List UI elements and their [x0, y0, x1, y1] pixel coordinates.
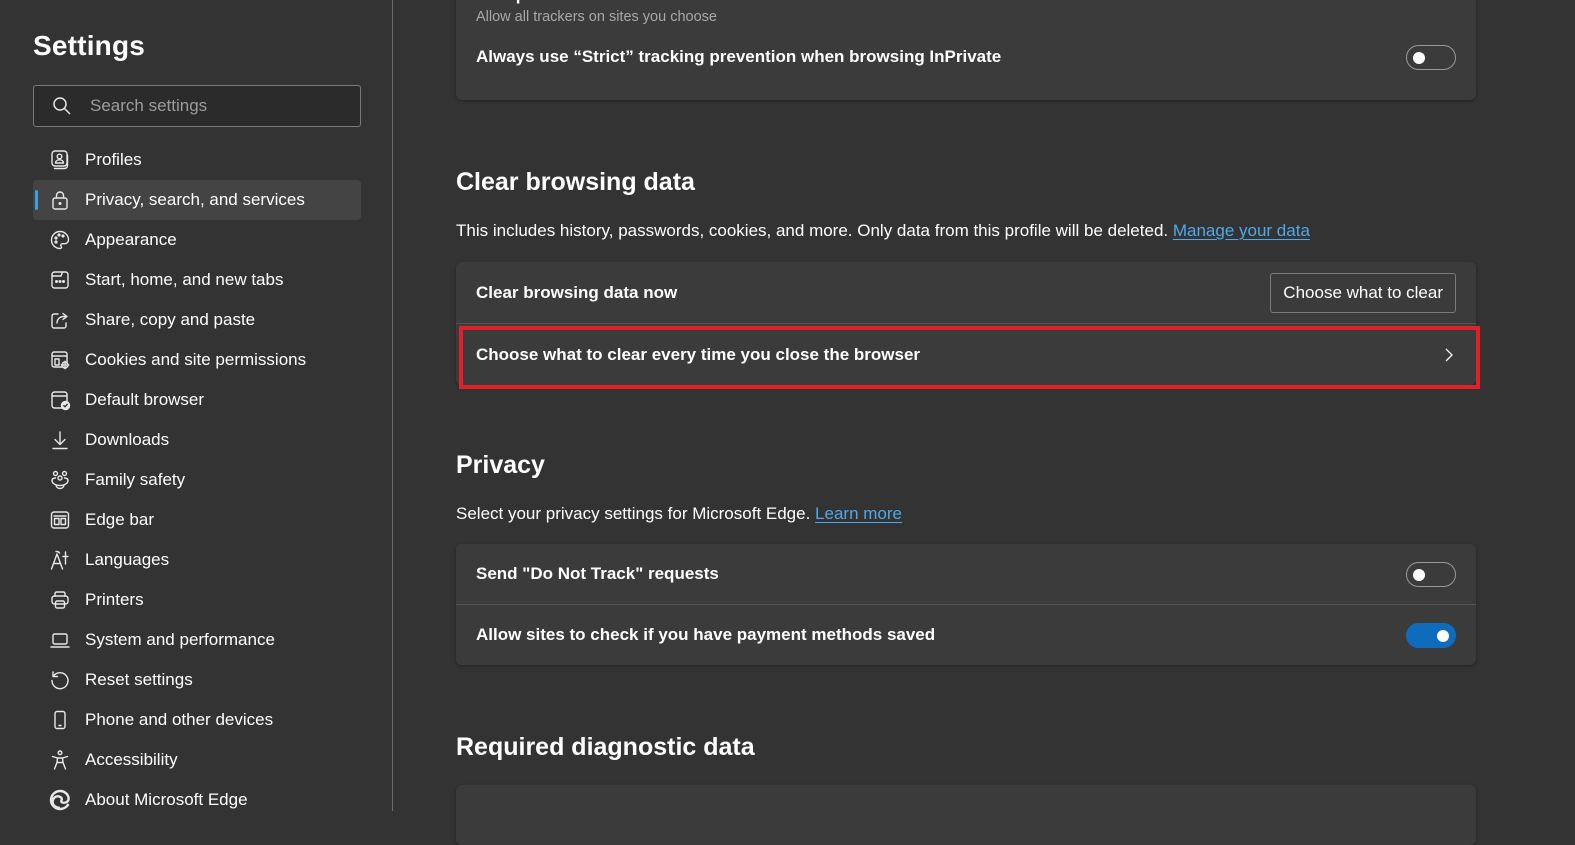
privacy-title: Privacy [456, 451, 545, 479]
toggle-knob [1413, 568, 1425, 581]
download-icon [49, 429, 71, 451]
sidebar-item-share-copy-and-paste[interactable]: Share, copy and paste [33, 300, 361, 340]
start-home-icon [49, 269, 71, 291]
clear-on-close-row[interactable]: Choose what to clear every time you clos… [456, 323, 1476, 385]
privacy-desc: Select your privacy settings for Microso… [456, 504, 902, 524]
do-not-track-toggle[interactable] [1406, 561, 1456, 587]
cookies-permissions-icon [49, 349, 71, 371]
clear-browsing-desc: This includes history, passwords, cookie… [456, 221, 1310, 241]
sidebar-item-label: Profiles [85, 150, 142, 169]
sidebar-item-label: Accessibility [85, 750, 178, 769]
manage-your-data-link[interactable]: Manage your data [1173, 221, 1310, 240]
profile-icon [49, 149, 71, 171]
diagnostic-card [456, 785, 1476, 845]
palette-icon [49, 229, 71, 251]
clear-now-row: Clear browsing data now Choose what to c… [456, 262, 1476, 323]
sidebar-item-label: Edge bar [85, 510, 154, 529]
diagnostic-title: Required diagnostic data [456, 733, 755, 761]
languages-icon [49, 549, 71, 571]
sidebar-item-start-home-and-new-tabs[interactable]: Start, home, and new tabs [33, 260, 361, 300]
sidebar-item-edge-bar[interactable]: Edge bar [33, 500, 361, 540]
do-not-track-label: Send "Do Not Track" requests [476, 564, 719, 583]
sidebar-item-label: System and performance [85, 630, 275, 649]
search-box[interactable] [33, 85, 361, 127]
clear-browsing-desc-text: This includes history, passwords, cookie… [456, 221, 1169, 240]
sidebar-item-label: Privacy, search, and services [85, 190, 305, 209]
sidebar: Settings Profiles Privacy, search, and se… [0, 0, 393, 811]
sidebar-item-downloads[interactable]: Downloads [33, 420, 361, 460]
chevron-right-icon [1445, 348, 1453, 361]
sidebar-item-reset-settings[interactable]: Reset settings [33, 660, 361, 700]
sidebar-item-label: About Microsoft Edge [85, 790, 248, 809]
sidebar-item-accessibility[interactable]: Accessibility [33, 740, 361, 780]
sidebar-item-label: Printers [85, 590, 144, 609]
sidebar-item-profiles[interactable]: Profiles [33, 140, 361, 180]
sidebar-item-label: Default browser [85, 390, 205, 409]
payment-methods-toggle[interactable] [1406, 622, 1456, 648]
share-icon [49, 309, 71, 331]
sidebar-item-printers[interactable]: Printers [33, 580, 361, 620]
main-content: Exceptions Allow all trackers on sites y… [394, 0, 1575, 845]
sidebar-item-label: Reset settings [85, 670, 193, 689]
sidebar-item-label: Phone and other devices [85, 710, 274, 729]
search-icon [53, 97, 71, 115]
default-browser-icon [49, 389, 71, 411]
search-input[interactable] [90, 96, 360, 116]
sidebar-item-cookies-and-site-permissions[interactable]: Cookies and site permissions [33, 340, 361, 380]
family-icon [49, 469, 71, 491]
phone-icon [49, 709, 71, 731]
printer-icon [49, 589, 71, 611]
strict-inprivate-toggle[interactable] [1406, 45, 1456, 70]
accessibility-icon [49, 749, 71, 771]
exceptions-subtitle: Allow all trackers on sites you choose [476, 9, 717, 25]
sidebar-item-system-and-performance[interactable]: System and performance [33, 620, 361, 660]
strict-inprivate-label: Always use “Strict” tracking prevention … [476, 47, 1002, 66]
edge-logo-icon [49, 789, 71, 811]
sidebar-item-label: Languages [85, 550, 170, 569]
sidebar-item-languages[interactable]: Languages [33, 540, 361, 580]
settings-title: Settings [33, 30, 146, 61]
tracking-prevention-card: Exceptions Allow all trackers on sites y… [456, 0, 1476, 100]
sidebar-item-label: Family safety [85, 470, 186, 489]
sidebar-item-phone-and-other-devices[interactable]: Phone and other devices [33, 700, 361, 740]
sidebar-item-label: Appearance [85, 230, 177, 249]
sidebar-item-about-microsoft-edge[interactable]: About Microsoft Edge [33, 780, 361, 820]
payment-methods-row: Allow sites to check if you have payment… [456, 604, 1476, 665]
clear-browsing-title: Clear browsing data [456, 168, 695, 196]
payment-methods-label: Allow sites to check if you have payment… [476, 625, 936, 644]
sidebar-item-family-safety[interactable]: Family safety [33, 460, 361, 500]
clear-now-label: Clear browsing data now [476, 282, 678, 302]
sidebar-item-label: Start, home, and new tabs [85, 270, 284, 289]
sidebar-item-default-browser[interactable]: Default browser [33, 380, 361, 420]
clear-on-close-label: Choose what to clear every time you clos… [476, 344, 921, 364]
exceptions-label: Exceptions [476, 0, 717, 5]
do-not-track-row: Send "Do Not Track" requests [456, 544, 1476, 604]
toggle-knob [1437, 629, 1449, 642]
sidebar-item-label: Downloads [85, 430, 170, 449]
reset-icon [49, 669, 71, 691]
sidebar-item-label: Cookies and site permissions [85, 350, 307, 369]
sidebar-item-privacy-search-and-services[interactable]: Privacy, search, and services [33, 180, 361, 220]
learn-more-link[interactable]: Learn more [815, 504, 902, 523]
privacy-desc-text: Select your privacy settings for Microso… [456, 504, 811, 523]
edge-bar-icon [49, 509, 71, 531]
choose-what-to-clear-button[interactable]: Choose what to clear [1270, 272, 1456, 313]
toggle-knob [1413, 52, 1425, 64]
clear-browsing-card: Clear browsing data now Choose what to c… [456, 262, 1476, 385]
sidebar-nav: Profiles Privacy, search, and services App… [33, 140, 361, 820]
strict-inprivate-row: Always use “Strict” tracking prevention … [456, 45, 1476, 100]
laptop-icon [49, 629, 71, 651]
sidebar-item-label: Share, copy and paste [85, 310, 256, 329]
exceptions-row[interactable]: Exceptions Allow all trackers on sites y… [456, 0, 1476, 45]
lock-icon [49, 189, 71, 211]
privacy-card: Send "Do Not Track" requests Allow sites… [456, 544, 1476, 665]
sidebar-item-appearance[interactable]: Appearance [33, 220, 361, 260]
